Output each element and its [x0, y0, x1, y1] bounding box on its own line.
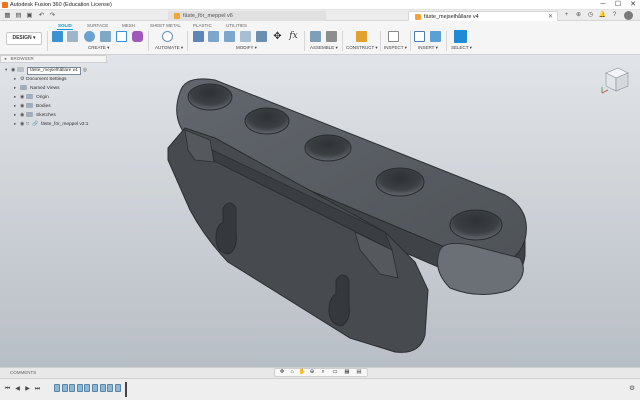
timeline-feature[interactable] [61, 384, 68, 392]
browser-title: BROWSER [10, 56, 34, 61]
record-icon[interactable]: ◎ [83, 68, 87, 73]
orbit-icon[interactable]: ✥ [277, 369, 287, 376]
timeline-feature[interactable] [107, 384, 114, 392]
tree-label: fäste_mejselhållare v4 [27, 67, 81, 75]
hole-5 [449, 209, 503, 241]
timeline-feature[interactable] [114, 384, 121, 392]
timeline-feature[interactable] [84, 384, 91, 392]
grid-settings-icon[interactable]: ▦ [342, 369, 352, 376]
comments-label: COMMENTS [10, 370, 37, 375]
tree-label: Named Views [30, 86, 60, 91]
timeline-feature[interactable] [69, 384, 76, 392]
timeline-feature[interactable] [92, 384, 98, 392]
timeline-marker[interactable] [125, 382, 127, 397]
browser-root-item[interactable]: ▾ ◉ fäste_mejselhållare v4 ◎ [5, 66, 87, 75]
folder-icon [26, 103, 33, 108]
tree-item-named-views[interactable]: ▸ Named Views [14, 84, 60, 92]
hole-2 [244, 107, 290, 135]
tree-item-document-settings[interactable]: ▸ ⚙ Document Settings [14, 75, 67, 83]
timeline-features [54, 379, 124, 399]
pan-icon[interactable]: ✋ [297, 369, 307, 376]
tree-label: Sketches [36, 113, 56, 118]
timeline: ⏮ ◀ ▶ ⏭ ⚙ [0, 378, 640, 400]
hole-3 [304, 134, 352, 162]
tree-label: Origin [36, 95, 49, 100]
axis-x [601, 89, 609, 94]
timeline-settings-icon[interactable]: ⚙ [628, 385, 636, 393]
tree-item-sketches[interactable]: ▸ ◉ Sketches [14, 111, 56, 119]
viewcube[interactable] [598, 63, 632, 97]
look-at-icon[interactable]: ⌂ [287, 369, 297, 376]
fit-icon[interactable]: ⌕ [318, 369, 328, 376]
tree-item-origin[interactable]: ▸ ◉ Origin [14, 93, 49, 101]
hole-1 [187, 83, 233, 111]
folder-icon [20, 85, 27, 90]
tree-label: Bodies [36, 104, 51, 109]
display-settings-icon[interactable]: ▭ [330, 369, 340, 376]
timeline-start-button[interactable]: ⏮ [4, 386, 11, 393]
timeline-back-button[interactable]: ◀ [14, 386, 21, 393]
tree-label: fäste_för_meppel v3:1 [41, 122, 89, 127]
collapse-icon[interactable]: ◂ [4, 56, 6, 61]
timeline-feature[interactable] [99, 384, 106, 392]
timeline-end-button[interactable]: ⏭ [34, 386, 41, 393]
link-icon: 🔗 [32, 121, 39, 127]
viewports-icon[interactable]: ▤ [354, 369, 364, 376]
browser-header[interactable]: ◂ BROWSER [0, 55, 107, 63]
tree-item-bodies[interactable]: ▸ ◉ Bodies [14, 102, 51, 110]
timeline-feature[interactable] [54, 384, 60, 392]
timeline-play-button[interactable]: ▶ [24, 386, 31, 393]
folder-icon [26, 94, 33, 99]
hole-4 [375, 167, 425, 197]
tree-item-component[interactable]: ▸ ◉ □ 🔗 fäste_för_meppel v3:1 [14, 120, 88, 128]
timeline-feature[interactable] [76, 384, 83, 392]
navigation-toolbar: ✥ ⌂ ✋ ⊕ ⌕ ▭ ▦ ▤ [274, 368, 368, 377]
folder-icon [26, 112, 33, 117]
zoom-icon[interactable]: ⊕ [307, 369, 317, 376]
tree-label: Document Settings [26, 77, 67, 82]
document-icon [17, 67, 24, 72]
